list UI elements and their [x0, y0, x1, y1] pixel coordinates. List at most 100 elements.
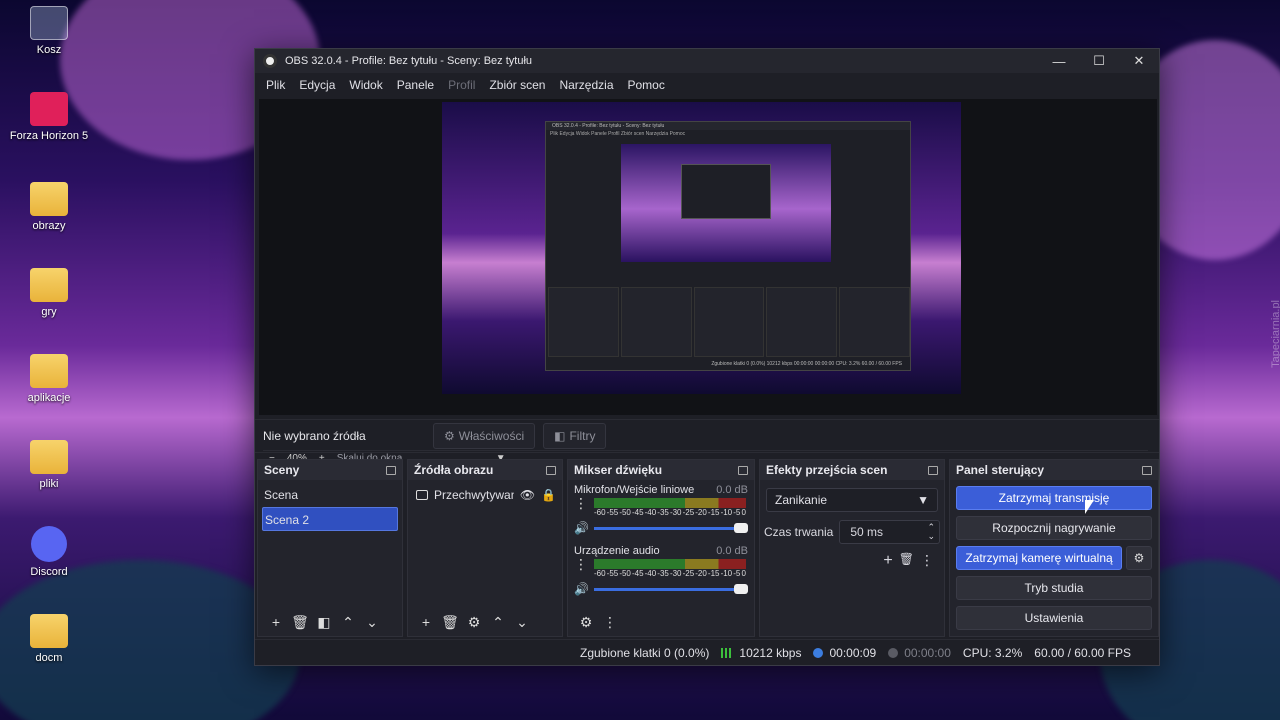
program-preview[interactable]: OBS 32.0.4 - Profile: Bez tytułu - Sceny…	[442, 102, 961, 394]
desktop-icon-docm[interactable]: docm	[8, 614, 90, 664]
desktop-icon-gry[interactable]: gry	[8, 268, 90, 318]
stop-virtual-camera-button[interactable]: Zatrzymaj kamerę wirtualną	[956, 546, 1122, 570]
folder-icon	[30, 354, 68, 388]
undock-icon[interactable]	[1142, 465, 1152, 475]
trash-icon[interactable]: 🗑	[438, 614, 462, 631]
meter-scale: -60 -55 -50 -45 -40 -35 -30 -25 -20 -15 -10 -5 0	[594, 508, 746, 517]
start-recording-button[interactable]: Rozpocznij nagrywanie	[956, 516, 1152, 540]
close-button[interactable]: ✕	[1119, 49, 1159, 73]
source-item[interactable]: Przechwytywan 👁 🔒	[408, 483, 562, 507]
wallpaper-watermark: Tapeciarnia.pl	[1270, 300, 1280, 368]
transitions-header: Efekty przejścia scen	[760, 460, 944, 480]
undock-icon[interactable]	[546, 465, 556, 475]
gear-icon: ⚙	[1133, 551, 1145, 565]
advanced-audio-icon[interactable]: ⚙	[574, 614, 598, 631]
desktop-icon-forza[interactable]: Forza Horizon 5	[8, 92, 90, 142]
nested-docks	[546, 287, 912, 357]
minimize-button[interactable]: —	[1039, 49, 1079, 73]
sources-dock: Źródła obrazu Przechwytywan 👁 🔒 + 🗑 ⚙ ⌃ …	[407, 459, 563, 637]
desktop-icon-label: gry	[41, 306, 57, 318]
menu-widok[interactable]: Widok	[342, 78, 389, 92]
trash-icon[interactable]: 🗑	[899, 552, 914, 570]
recycle-bin-icon	[30, 6, 68, 40]
menu-edycja[interactable]: Edycja	[292, 78, 342, 92]
trash-icon[interactable]: 🗑	[288, 614, 312, 631]
desktop-icons: Kosz Forza Horizon 5 obrazy gry aplikacj…	[0, 0, 100, 720]
maximize-button[interactable]: ☐	[1079, 49, 1119, 73]
nested-dock	[620, 287, 692, 357]
preview-area[interactable]: OBS 32.0.4 - Profile: Bez tytułu - Sceny…	[259, 99, 1157, 464]
undock-icon[interactable]	[928, 465, 938, 475]
scene-item[interactable]: Scena	[258, 483, 402, 507]
arrow-up-icon[interactable]: ⌃	[486, 614, 510, 631]
volume-slider[interactable]	[594, 522, 748, 533]
scene-item-selected[interactable]: Scena 2	[262, 507, 398, 531]
undock-icon[interactable]	[738, 465, 748, 475]
arrow-down-icon[interactable]: ⌄	[360, 614, 384, 631]
duration-row: Czas trwania 50 ms ⌃ ⌄	[760, 520, 944, 544]
nested-dock	[839, 287, 910, 357]
virtual-camera-settings-button[interactable]: ⚙	[1126, 546, 1152, 570]
filter-icon[interactable]: ◧	[312, 614, 336, 631]
menu-zbior-scen[interactable]: Zbiór scen	[482, 78, 552, 92]
properties-button[interactable]: ⚙ Właściwości	[433, 423, 536, 449]
nested-dock	[693, 287, 765, 357]
volume-slider[interactable]	[594, 583, 748, 594]
source-toolbar: Nie wybrano źródła ⚙ Właściwości ◧ Filtry	[255, 419, 1159, 453]
eye-icon[interactable]: 👁	[520, 483, 535, 507]
add-icon[interactable]: +	[264, 614, 288, 630]
mixer-toolbar: ⚙ ⋮	[568, 608, 754, 636]
channel-db: 0.0 dB	[716, 545, 748, 557]
settings-button[interactable]: Ustawienia	[956, 606, 1152, 630]
desktop-icon-label: obrazy	[32, 220, 66, 232]
add-icon[interactable]: +	[414, 614, 438, 630]
speaker-icon[interactable]: 🔊	[574, 521, 589, 535]
obs-window: OBS 32.0.4 - Profile: Bez tytułu - Sceny…	[254, 48, 1160, 666]
record-time: 00:00:00	[904, 645, 951, 660]
duration-input[interactable]: 50 ms ⌃ ⌄	[839, 520, 940, 544]
speaker-icon[interactable]: 🔊	[574, 582, 589, 596]
lock-icon[interactable]: 🔒	[541, 483, 562, 507]
spinner-icon[interactable]: ⌃ ⌄	[927, 523, 939, 541]
desktop-icon-pliki[interactable]: pliki	[8, 440, 90, 490]
folder-icon	[30, 614, 68, 648]
transition-value: Zanikanie	[775, 493, 828, 507]
fps-indicator: 60.00 / 60.00 FPS	[1034, 645, 1131, 660]
desktop-icon-recycle-bin[interactable]: Kosz	[8, 6, 90, 56]
studio-mode-button[interactable]: Tryb studia	[956, 576, 1152, 600]
controls-title: Panel sterujący	[956, 463, 1045, 477]
menu-plik[interactable]: Plik	[259, 78, 292, 92]
stop-stream-button[interactable]: Zatrzymaj transmisję	[956, 486, 1152, 510]
volume-slider-knob[interactable]	[734, 583, 748, 594]
sources-title: Źródła obrazu	[414, 463, 494, 477]
kebab-menu-icon[interactable]: ⋮	[598, 614, 622, 631]
add-icon[interactable]: +	[883, 552, 892, 570]
volume-slider-knob[interactable]	[734, 522, 748, 533]
desktop-icon-label: Forza Horizon 5	[9, 130, 89, 142]
stream-status-icon	[813, 647, 824, 658]
desktop-icon-discord[interactable]: Discord	[8, 526, 90, 578]
mouse-cursor-icon	[1085, 500, 1094, 514]
record-status-icon	[888, 647, 899, 658]
desktop-icon-aplikacje[interactable]: aplikacje	[8, 354, 90, 404]
bitrate-indicator: 10212 kbps	[721, 646, 801, 660]
menu-panele[interactable]: Panele	[390, 78, 441, 92]
title-bar[interactable]: OBS 32.0.4 - Profile: Bez tytułu - Sceny…	[255, 49, 1159, 73]
kebab-menu-icon[interactable]: ⋮	[574, 496, 588, 510]
dropped-frames: Zgubione klatki 0 (0.0%)	[580, 645, 710, 660]
sources-toolbar: + 🗑 ⚙ ⌃ ⌄	[408, 608, 562, 636]
transition-select[interactable]: Zanikanie ▼	[766, 488, 938, 512]
filters-button[interactable]: ◧ Filtry	[543, 423, 607, 449]
folder-icon	[30, 268, 68, 302]
menu-profil[interactable]: Profil	[441, 78, 482, 92]
menu-narzedzia[interactable]: Narzędzia	[552, 78, 620, 92]
kebab-menu-icon[interactable]: ⋮	[574, 557, 588, 571]
gear-icon[interactable]: ⚙	[462, 614, 486, 631]
arrow-down-icon[interactable]: ⌄	[510, 614, 534, 631]
undock-icon[interactable]	[386, 465, 396, 475]
kebab-menu-icon[interactable]: ⋮	[920, 552, 934, 570]
desktop-icon-obrazy[interactable]: obrazy	[8, 182, 90, 232]
sources-header: Źródła obrazu	[408, 460, 562, 480]
arrow-up-icon[interactable]: ⌃	[336, 614, 360, 631]
menu-pomoc[interactable]: Pomoc	[621, 78, 672, 92]
